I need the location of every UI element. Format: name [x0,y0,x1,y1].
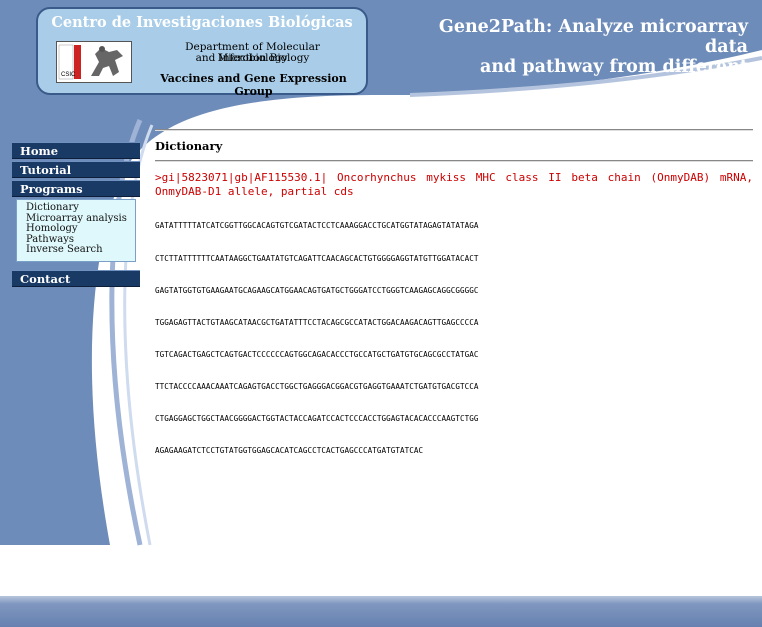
csic-logo: CSIC [56,41,132,83]
nav-programs[interactable]: Programs [12,180,140,197]
sequence-line: TTCTACCCCAAACAAATCAGAGTGACCTGGCTGAGGGACG… [155,381,479,391]
nav-contact[interactable]: Contact [12,270,140,287]
headline-line-2: and pathway from different species [479,57,748,97]
group-name: Vaccines and Gene Expression Group [160,72,347,98]
nav-home[interactable]: Home [12,142,140,159]
svg-text:CSIC: CSIC [61,72,76,78]
department-line-2: and Infection Biology [195,52,310,64]
fasta-header: >gi|5823071|gb|AF115530.1| Oncorhynchus … [155,171,753,198]
sequence-line: TGGAGAGTTACTGTAAGCATAACGCTGATATTTCCTACAG… [155,317,479,327]
sequence-line: GATATTTTTATCATCGGTTGGCACAGTGTCGATACTCCTC… [155,221,479,231]
nav-tutorial[interactable]: Tutorial [12,161,140,178]
submenu-homology[interactable]: Homology [26,223,135,235]
sequence-line: CTGAGGAGCTGGCTAACGGGGACTGGTACTACCAGATCCA… [155,414,479,424]
programs-submenu: Dictionary Microarray analysis Homology … [16,199,136,262]
sequence-block: GATATTTTTATCATCGGTTGGCACAGTGTCGATACTCCTC… [155,200,715,468]
institute-name: Centro de Investigaciones Biológicas [51,14,353,31]
sequence-line: CTCTTATTTTTTCAATAAGGCTGAATATGTCAGATTCAAC… [155,253,479,263]
title-divider [155,160,753,162]
headline-line-1: Gene2Path: Analyze microarray data [438,17,748,57]
submenu-dictionary[interactable]: Dictionary [26,202,135,214]
sequence-line: GAGTATGGTGTGAAGAATGCAGAAGCATGGAACAGTGATG… [155,285,479,295]
page-headline: Gene2Path: Analyze microarray data and p… [418,17,748,97]
submenu-inverse-search[interactable]: Inverse Search [26,244,135,256]
sequence-line: TGTCAGACTGAGCTCAGTGACTCCCCCCAGTGGCAGACAC… [155,349,479,359]
sequence-line: AGAGAAGATCTCCTGTATGGTGGAGCACATCAGCCTCACT… [155,446,424,456]
top-divider [155,129,753,131]
institute-banner: Centro de Investigaciones Biológicas CSI… [36,7,368,98]
page-title: Dictionary [155,139,223,153]
